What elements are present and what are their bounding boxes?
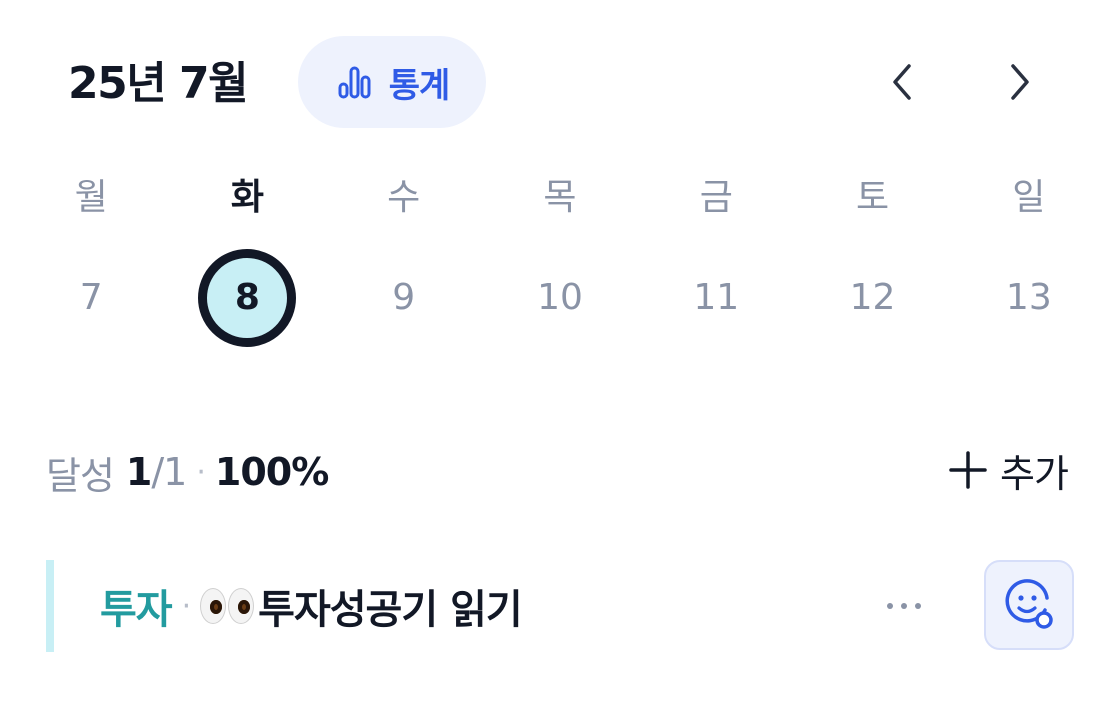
prev-week-button[interactable] (872, 52, 932, 112)
chevron-right-icon (1011, 64, 1029, 100)
add-reaction-icon (1005, 579, 1053, 629)
add-reaction-button[interactable] (984, 560, 1074, 650)
task-separator: · (181, 588, 191, 624)
date-cell[interactable]: 12 (794, 248, 950, 348)
plus-icon (949, 451, 987, 489)
date-cell[interactable]: 7 (13, 248, 169, 348)
task-category: 투자 (100, 587, 173, 633)
add-task-label: 추가 (1000, 451, 1069, 496)
date-number: 7 (79, 277, 103, 318)
more-dot-icon (887, 603, 893, 609)
task-more-button[interactable] (878, 582, 930, 630)
weekday-label: 화 (230, 177, 264, 218)
date-number: 9 (392, 277, 416, 318)
achievement-done: 1 (125, 450, 152, 494)
achievement-total: /1 (151, 450, 187, 494)
weekday-row: 월 화 수 목 금 토 일 (13, 168, 1107, 228)
weekday-label: 월 (74, 177, 108, 218)
date-cell[interactable]: 9 (326, 248, 482, 348)
add-task-button[interactable]: 추가 (948, 440, 1069, 500)
task-color-bar (46, 560, 54, 652)
month-title: 25년 7월 (68, 58, 249, 109)
stats-button[interactable]: 통계 (298, 36, 486, 128)
date-number: 13 (1005, 277, 1052, 318)
weekday-label: 일 (1012, 177, 1046, 218)
weekday-label: 금 (699, 177, 733, 218)
achievement-summary: 달성 1 /1 · 100% (46, 444, 329, 500)
eyes-emoji-icon (200, 588, 255, 624)
weekday-label: 목 (543, 177, 577, 218)
task-title: 투자성공기 읽기 (258, 587, 523, 633)
achievement-percent: 100% (214, 450, 329, 494)
achievement-label: 달성 (46, 453, 115, 498)
summary-separator: · (196, 454, 205, 490)
chevron-left-icon (893, 64, 911, 100)
weekday-label: 수 (387, 177, 421, 218)
more-dot-icon (901, 603, 907, 609)
date-cell[interactable]: 11 (638, 248, 794, 348)
date-number: 11 (693, 277, 740, 318)
date-cell-selected[interactable]: 8 (169, 248, 325, 348)
date-cell[interactable]: 10 (482, 248, 638, 348)
next-week-button[interactable] (990, 52, 1050, 112)
date-row: 7 8 9 10 11 12 13 (13, 248, 1107, 348)
date-number: 12 (849, 277, 896, 318)
calendar-header: 25년 7월 통계 (0, 0, 1120, 165)
task-text: 투자 · 투자성공기 읽기 (100, 578, 523, 634)
date-number: 8 (234, 277, 260, 318)
bar-chart-icon (335, 62, 375, 102)
task-item[interactable]: 투자 · 투자성공기 읽기 (46, 560, 1080, 652)
date-cell[interactable]: 13 (951, 248, 1107, 348)
selected-date-circle: 8 (198, 249, 297, 347)
date-number: 10 (537, 277, 583, 318)
stats-button-label: 통계 (388, 65, 451, 106)
weekday-label: 토 (855, 177, 890, 218)
more-dot-icon (915, 603, 921, 609)
